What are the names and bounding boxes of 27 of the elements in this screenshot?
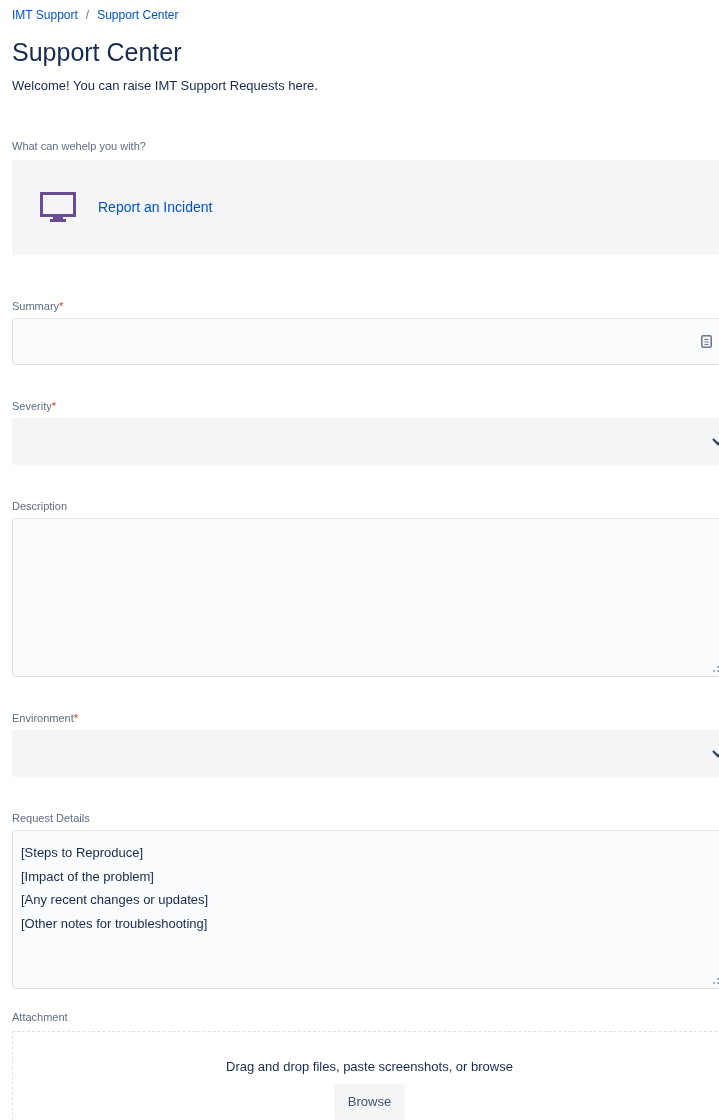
field-label: Environment <box>12 710 74 726</box>
field-label: What can wehelp you with? <box>12 138 147 154</box>
contact-card-icon <box>701 335 712 348</box>
browse-button[interactable]: Browse <box>333 1084 406 1120</box>
breadcrumb-separator: / <box>85 7 90 24</box>
breadcrumb-link[interactable]: IMT Support <box>12 6 78 24</box>
attachment-dropzone[interactable]: Drag and drop files, paste screenshots, or browse Browse <box>12 1030 719 1120</box>
text-area-value: [Steps to Reproduce] [Impact of the problem] [Any recent changes or updates] [Other notes for troubleshooting] <box>21 844 210 933</box>
dropzone-hint: Drag and drop files, paste screenshots, or browse <box>226 1057 513 1076</box>
text-area[interactable] <box>12 518 719 677</box>
page-title: Support Center <box>12 37 183 68</box>
welcome-text: Welcome! You can raise IMT Support Requests here. <box>12 77 319 95</box>
required-mark: * <box>51 398 57 414</box>
select-field[interactable] <box>12 730 719 777</box>
monitor-icon <box>40 191 76 224</box>
field-label: Request Details <box>12 810 90 826</box>
field-label: Severity <box>12 398 52 414</box>
select-field[interactable] <box>12 418 719 465</box>
text-area[interactable]: [Steps to Reproduce] [Impact of the problem] [Any recent changes or updates] [Other notes for troubleshooting] <box>12 830 719 989</box>
field-label: Summary <box>12 298 60 314</box>
summary-field[interactable] <box>12 318 719 365</box>
field-label: Attachment <box>12 1010 69 1025</box>
breadcrumb-link[interactable]: Support Center <box>97 6 179 24</box>
required-mark: * <box>73 710 79 726</box>
field-label: Description <box>12 498 68 514</box>
required-mark: * <box>59 298 64 314</box>
request-type-link[interactable]: Report an Incident <box>98 197 213 218</box>
